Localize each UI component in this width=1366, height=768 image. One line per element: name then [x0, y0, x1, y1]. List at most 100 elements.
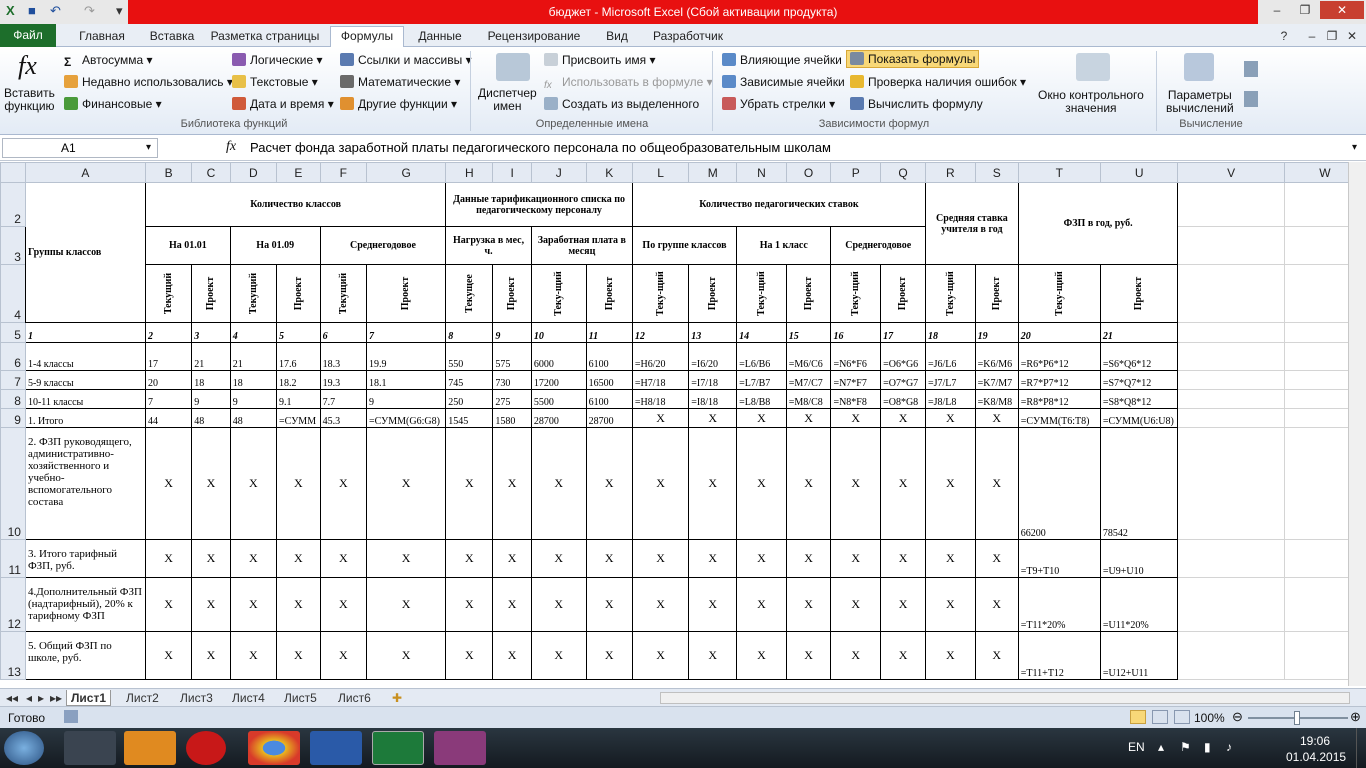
- column-number-cell[interactable]: 6: [319, 322, 368, 343]
- cell[interactable]: [1177, 577, 1285, 632]
- tray-expand-icon[interactable]: ▴: [1158, 740, 1164, 754]
- data-cell[interactable]: =СУММ(G6:G8): [365, 408, 447, 428]
- column-header-H[interactable]: H: [445, 162, 494, 183]
- x-cell[interactable]: X: [445, 427, 494, 540]
- column-number-cell[interactable]: 8: [445, 322, 494, 343]
- zoom-out-icon[interactable]: ⊖: [1232, 709, 1243, 725]
- x-cell[interactable]: X: [492, 539, 532, 578]
- cell[interactable]: [1177, 631, 1285, 680]
- vertical-header-cell[interactable]: Теку-щий: [1017, 264, 1101, 323]
- data-cell[interactable]: 48: [229, 408, 278, 428]
- worksheet-grid[interactable]: A B C D E F G H I J K L M N O P Q R S T U V W 2 Группы классов Ко…: [0, 162, 1366, 686]
- financial-button[interactable]: Финансовые ▾: [64, 97, 162, 111]
- x-cell[interactable]: X: [144, 427, 193, 540]
- x-cell[interactable]: X: [880, 577, 926, 632]
- x-cell[interactable]: X: [785, 539, 832, 578]
- data-cell[interactable]: X: [688, 408, 738, 428]
- data-cell[interactable]: =J6/L6: [924, 342, 976, 371]
- x-cell[interactable]: X: [924, 631, 976, 680]
- x-cell[interactable]: X: [585, 427, 633, 540]
- data-cell[interactable]: =M7/C7: [785, 370, 832, 390]
- column-header-G[interactable]: G: [365, 162, 447, 183]
- row-header[interactable]: 7: [0, 370, 26, 390]
- x-cell[interactable]: X: [530, 577, 587, 632]
- data-cell[interactable]: 5500: [530, 389, 587, 409]
- vertical-header-cell[interactable]: Проект: [974, 264, 1019, 323]
- header-fzp-year[interactable]: ФЗП в год, руб.: [1017, 182, 1179, 265]
- column-header-K[interactable]: K: [585, 162, 633, 183]
- vertical-header-cell[interactable]: Текущий: [144, 264, 193, 323]
- column-header-E[interactable]: E: [276, 162, 321, 183]
- column-number-cell[interactable]: 18: [924, 322, 976, 343]
- data-cell[interactable]: =N6*F6: [830, 342, 882, 371]
- header-avg-rate[interactable]: Средняя ставка учителя в год: [924, 182, 1019, 265]
- tab-data[interactable]: Данные: [408, 27, 472, 47]
- x-cell[interactable]: X: [631, 631, 690, 680]
- row-header[interactable]: 12: [0, 577, 26, 632]
- x-cell[interactable]: X: [319, 631, 368, 680]
- page-break-view-icon[interactable]: [1174, 710, 1190, 724]
- x-cell[interactable]: X: [785, 577, 832, 632]
- x-cell[interactable]: X: [276, 631, 321, 680]
- row-header[interactable]: 3: [0, 226, 26, 265]
- column-header-J[interactable]: J: [530, 162, 587, 183]
- page-layout-view-icon[interactable]: [1152, 710, 1168, 724]
- row-header[interactable]: 13: [0, 631, 26, 680]
- fzp-current-cell[interactable]: =T9+T10: [1017, 539, 1101, 578]
- x-cell[interactable]: X: [974, 631, 1019, 680]
- column-number-cell[interactable]: 7: [365, 322, 447, 343]
- x-cell[interactable]: X: [144, 577, 193, 632]
- x-cell[interactable]: X: [830, 577, 882, 632]
- x-cell[interactable]: X: [319, 539, 368, 578]
- header-rates-count[interactable]: Количество педагогических ставок: [631, 182, 926, 227]
- cell[interactable]: [1177, 264, 1285, 323]
- x-cell[interactable]: X: [530, 427, 587, 540]
- vertical-header-cell[interactable]: Проект: [785, 264, 832, 323]
- data-cell[interactable]: =I7/18: [688, 370, 738, 390]
- start-button-icon[interactable]: [4, 731, 44, 765]
- x-cell[interactable]: X: [631, 539, 690, 578]
- fzp-current-cell[interactable]: =T11*20%: [1017, 577, 1101, 632]
- data-cell[interactable]: 44: [144, 408, 193, 428]
- x-cell[interactable]: X: [785, 631, 832, 680]
- fzp-project-cell[interactable]: =U11*20%: [1099, 577, 1179, 632]
- remove-arrows-button[interactable]: Убрать стрелки ▾: [722, 97, 835, 111]
- fzp-project-cell[interactable]: 78542: [1099, 427, 1179, 540]
- column-header-D[interactable]: D: [229, 162, 278, 183]
- column-number-cell[interactable]: 12: [631, 322, 690, 343]
- x-cell[interactable]: X: [736, 539, 787, 578]
- data-cell[interactable]: 5-9 классы: [24, 370, 146, 390]
- data-cell[interactable]: =S8*Q8*12: [1099, 389, 1179, 409]
- watch-window-icon[interactable]: [1076, 53, 1110, 81]
- vertical-header-cell[interactable]: Текущий: [319, 264, 368, 323]
- name-manager-button[interactable]: Диспетчер имен: [478, 87, 537, 113]
- x-cell[interactable]: X: [924, 427, 976, 540]
- x-cell[interactable]: X: [530, 539, 587, 578]
- use-in-formula-button[interactable]: fx Использовать в формуле ▾: [544, 75, 713, 93]
- x-cell[interactable]: X: [191, 427, 231, 540]
- data-cell[interactable]: 6000: [530, 342, 587, 371]
- x-cell[interactable]: X: [736, 427, 787, 540]
- x-cell[interactable]: X: [736, 631, 787, 680]
- x-cell[interactable]: X: [144, 631, 193, 680]
- clock-date[interactable]: 01.04.2015: [1286, 750, 1346, 764]
- datetime-button[interactable]: Дата и время ▾: [232, 97, 334, 111]
- horizontal-scrollbar[interactable]: [660, 692, 1350, 704]
- x-cell[interactable]: X: [191, 631, 231, 680]
- save-icon[interactable]: ■: [28, 3, 36, 21]
- trace-dependents-button[interactable]: Зависимые ячейки: [722, 75, 845, 89]
- data-cell[interactable]: =M6/C6: [785, 342, 832, 371]
- data-cell[interactable]: 18.3: [319, 342, 368, 371]
- data-cell[interactable]: 48: [191, 408, 231, 428]
- column-header-Q[interactable]: Q: [880, 162, 926, 183]
- show-desktop-button[interactable]: [1356, 728, 1366, 768]
- data-cell[interactable]: =СУММ: [276, 408, 321, 428]
- data-cell[interactable]: =S6*Q6*12: [1099, 342, 1179, 371]
- subheader-j3[interactable]: Заработная плата в месяц: [530, 226, 633, 265]
- data-cell[interactable]: X: [785, 408, 832, 428]
- header-tariff-data[interactable]: Данные тарификационного списка по педаго…: [445, 182, 633, 227]
- column-header-B[interactable]: B: [144, 162, 193, 183]
- data-cell[interactable]: =I8/18: [688, 389, 738, 409]
- column-number-cell[interactable]: 20: [1017, 322, 1101, 343]
- insert-function-fx-button[interactable]: fx: [226, 139, 236, 155]
